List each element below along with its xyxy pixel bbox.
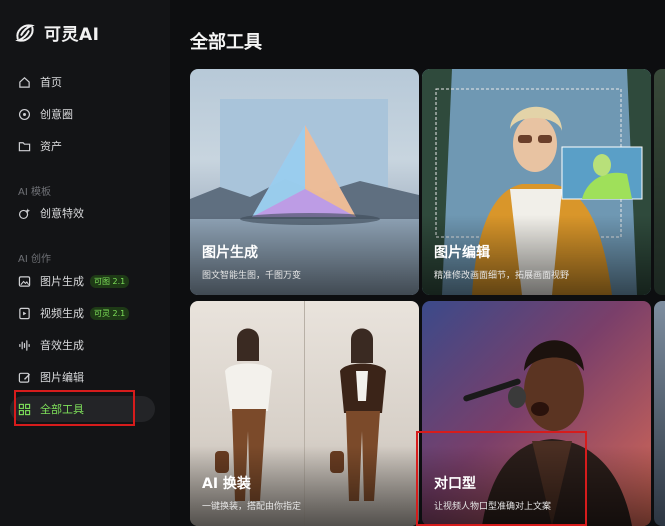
- nav-item-image-generation[interactable]: 图片生成 可图 2.1: [10, 268, 155, 294]
- nav-item-label: 视频生成: [40, 307, 84, 320]
- nav-item-label: 首页: [40, 76, 62, 89]
- nav-item-label: 音效生成: [40, 339, 84, 352]
- nav-item-community[interactable]: 创意圈: [10, 101, 155, 127]
- sidebar: 可灵AI 首页 创意圈 资产 AI 模板 创意特效 AI 创作 图片生成 可图 …: [0, 0, 170, 526]
- image-edit-icon: [18, 372, 31, 383]
- nav-item-label: 资产: [40, 140, 62, 153]
- tool-card-partial-top[interactable]: [654, 69, 665, 295]
- card-title: 图片编辑: [434, 245, 490, 261]
- card-title: 图片生成: [202, 245, 258, 261]
- tool-card-image-generation[interactable]: 图片生成 图文智能生图，千图万变: [190, 69, 419, 295]
- home-icon: [19, 76, 30, 88]
- nav-item-label: 图片生成: [40, 275, 84, 288]
- nav-item-label: 图片编辑: [40, 371, 84, 384]
- version-badge: 可图 2.1: [90, 274, 130, 288]
- card-description: 一键换装，搭配由你指定: [202, 502, 302, 512]
- compass-icon: [18, 108, 31, 120]
- logo[interactable]: 可灵AI: [14, 20, 99, 45]
- tool-card-partial-bottom[interactable]: [654, 301, 665, 526]
- card-title: AI 换装: [202, 476, 251, 492]
- app-name: 可灵AI: [44, 25, 100, 45]
- nav-item-home[interactable]: 首页: [10, 69, 155, 95]
- sparkle-icon: [18, 207, 31, 219]
- video-icon: [19, 307, 30, 319]
- nav-item-assets[interactable]: 资产: [10, 133, 155, 159]
- nav-item-video-generation[interactable]: 视频生成 可灵 2.1: [10, 300, 155, 326]
- nav-item-image-edit[interactable]: 图片编辑: [10, 364, 155, 390]
- version-badge: 可灵 2.1: [90, 306, 130, 320]
- tool-card-ai-outfit[interactable]: AI 换装 一键换装，搭配由你指定: [190, 301, 419, 526]
- highlight-annotation: [416, 431, 587, 526]
- nav-item-audio-generation[interactable]: 音效生成: [10, 332, 155, 358]
- tool-card-image-edit[interactable]: 图片编辑 精准修改画面细节，拓展画面视野: [422, 69, 651, 295]
- section-label-creation: AI 创作: [18, 254, 51, 265]
- nav-item-label: 创意特效: [40, 207, 84, 220]
- page-title: 全部工具: [190, 32, 262, 53]
- highlight-annotation: [14, 390, 135, 426]
- audio-wave-icon: [19, 339, 30, 351]
- section-label-templates: AI 模板: [18, 187, 51, 198]
- nav-item-effects[interactable]: 创意特效: [10, 200, 155, 226]
- card-description: 图文智能生图，千图万变: [202, 271, 302, 281]
- nav-item-label: 创意圈: [40, 108, 73, 121]
- image-icon: [18, 275, 31, 287]
- card-description: 精准修改画面细节，拓展画面视野: [434, 271, 570, 281]
- folder-icon: [18, 141, 31, 151]
- logo-icon: [15, 23, 35, 42]
